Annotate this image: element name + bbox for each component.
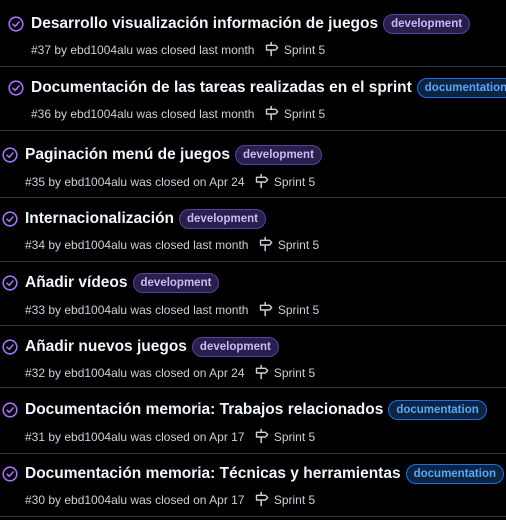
issue-meta: #32 by ebd1004alu was closed on Apr 24	[25, 366, 245, 380]
check-circle-icon	[2, 402, 18, 418]
issue-row[interactable]: Añadir nuevos juegos development #32 by e…	[0, 326, 506, 388]
issue-title[interactable]: Paginación menú de juegos	[25, 146, 230, 163]
check-circle-icon	[2, 339, 18, 355]
milestone-label: Sprint 5	[277, 303, 320, 317]
issue-title[interactable]: Documentación memoria: Técnicas y herram…	[25, 465, 401, 482]
milestone-link[interactable]: Sprint 5	[258, 236, 319, 253]
milestone-label: Sprint 5	[283, 43, 326, 57]
issue-row[interactable]: Paginación menú de juegos development #35…	[0, 131, 506, 198]
milestone-signpost-icon	[259, 236, 273, 252]
check-circle-icon	[2, 147, 18, 163]
issue-title[interactable]: Internacionalización	[25, 210, 174, 227]
issue-meta: #35 by ebd1004alu was closed on Apr 24	[25, 175, 245, 189]
milestone-signpost-icon	[255, 364, 269, 380]
milestone-label: Sprint 5	[273, 493, 316, 507]
label-badge[interactable]: documentation	[405, 464, 505, 484]
check-circle-icon	[2, 466, 18, 482]
label-badge[interactable]: documentation	[388, 400, 487, 420]
milestone-label: Sprint 5	[283, 107, 326, 121]
issue-row[interactable]: Añadir vídeos development #33 by ebd1004a…	[0, 262, 506, 326]
label-badge[interactable]: development	[179, 209, 266, 229]
milestone-signpost-icon	[255, 173, 269, 189]
issue-meta: #33 by ebd1004alu was closed last month	[25, 303, 249, 317]
issue-title[interactable]: Desarrollo visualización información de …	[31, 15, 378, 32]
issue-title[interactable]: Añadir vídeos	[25, 274, 128, 291]
milestone-signpost-icon	[265, 41, 279, 57]
issue-row[interactable]: Documentación memoria: Trabajos relacion…	[0, 388, 506, 454]
label-badge[interactable]: development	[191, 337, 279, 357]
milestone-signpost-icon	[265, 105, 279, 121]
check-circle-icon	[2, 211, 18, 227]
issue-row[interactable]: Desarrollo visualización información de …	[0, 0, 506, 67]
check-circle-icon	[8, 80, 24, 96]
issue-title[interactable]: Documentación de las tareas realizadas e…	[31, 79, 412, 96]
issue-row[interactable]: Internacionalización development #34 by e…	[0, 198, 506, 262]
milestone-label: Sprint 5	[273, 430, 316, 444]
closed-issues-list: Desarrollo visualización información de …	[0, 0, 506, 520]
milestone-link[interactable]: Sprint 5	[254, 173, 315, 190]
label-badge[interactable]: development	[383, 14, 471, 34]
issue-meta: #36 by ebd1004alu was closed last month	[31, 107, 255, 121]
milestone-label: Sprint 5	[273, 175, 316, 189]
milestone-link[interactable]: Sprint 5	[264, 41, 325, 58]
issue-row[interactable]: Documentación de las tareas realizadas e…	[0, 67, 506, 131]
milestone-link[interactable]: Sprint 5	[254, 428, 315, 445]
issue-row[interactable]: Documentación memoria: Técnicas y herram…	[0, 454, 506, 517]
milestone-link[interactable]: Sprint 5	[264, 105, 325, 122]
issue-title[interactable]: Documentación memoria: Trabajos relacion…	[25, 401, 383, 418]
check-circle-icon	[2, 275, 18, 291]
label-badge[interactable]: documentation	[416, 78, 506, 98]
label-badge[interactable]: development	[234, 145, 322, 165]
milestone-link[interactable]: Sprint 5	[254, 364, 315, 381]
milestone-signpost-icon	[255, 428, 269, 444]
milestone-link[interactable]: Sprint 5	[258, 301, 319, 318]
issue-meta: #37 by ebd1004alu was closed last month	[31, 43, 255, 57]
milestone-label: Sprint 5	[277, 238, 320, 252]
issue-meta: #30 by ebd1004alu was closed on Apr 17	[25, 493, 245, 507]
milestone-signpost-icon	[259, 301, 273, 317]
milestone-link[interactable]: Sprint 5	[254, 491, 315, 508]
milestone-signpost-icon	[255, 491, 269, 507]
milestone-label: Sprint 5	[273, 366, 316, 380]
issue-meta: #31 by ebd1004alu was closed on Apr 17	[25, 430, 245, 444]
label-badge[interactable]: development	[132, 273, 220, 293]
issue-meta: #34 by ebd1004alu was closed last month	[25, 238, 249, 252]
check-circle-icon	[8, 16, 24, 32]
issue-title[interactable]: Añadir nuevos juegos	[25, 338, 187, 355]
